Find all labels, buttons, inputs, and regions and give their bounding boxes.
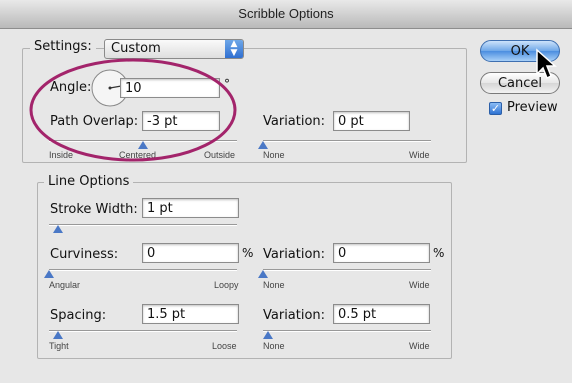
- slider-right-label: Wide: [409, 150, 430, 160]
- slider-thumb[interactable]: [53, 225, 64, 233]
- spacing-variation-input[interactable]: 0.5 pt: [333, 304, 430, 324]
- slider-track: [263, 269, 431, 271]
- curviness-variation-slider[interactable]: [258, 266, 431, 278]
- spacing-input[interactable]: 1.5 pt: [142, 304, 239, 324]
- slider-track: [49, 330, 237, 332]
- slider-left-label: None: [263, 150, 285, 160]
- curviness-slider[interactable]: [44, 266, 237, 278]
- spacing-variation-slider[interactable]: [263, 327, 431, 339]
- curviness-variation-input[interactable]: 0: [333, 243, 430, 263]
- slider-right-label: Loopy: [214, 280, 239, 290]
- window-title: Scribble Options: [0, 0, 572, 29]
- curviness-input[interactable]: 0: [142, 243, 239, 263]
- slider-thumb[interactable]: [44, 270, 54, 278]
- slider-right-label: Wide: [409, 341, 430, 351]
- path-overlap-variation-label: Variation:: [263, 114, 326, 129]
- path-overlap-variation-input[interactable]: 0 pt: [333, 111, 410, 131]
- stroke-width-slider[interactable]: [49, 221, 237, 233]
- slider-track: [49, 224, 237, 226]
- curviness-variation-unit: %: [433, 246, 445, 260]
- slider-track: [49, 269, 237, 271]
- spacing-variation-label: Variation:: [263, 308, 326, 323]
- slider-track: [263, 140, 431, 142]
- checkmark-icon: ✓: [490, 103, 501, 115]
- slider-thumb[interactable]: [258, 270, 268, 278]
- spacing-label: Spacing:: [50, 308, 107, 323]
- slider-left-label: None: [263, 341, 285, 351]
- curviness-label: Curviness:: [50, 247, 119, 262]
- curviness-variation-label: Variation:: [263, 247, 326, 262]
- slider-left-label: Tight: [49, 341, 69, 351]
- preview-label: Preview: [507, 100, 558, 115]
- annotation-ellipse: [29, 58, 237, 162]
- slider-thumb[interactable]: [263, 331, 274, 339]
- curviness-unit: %: [242, 246, 254, 260]
- slider-right-label: Wide: [409, 280, 430, 290]
- preview-checkbox[interactable]: ✓: [489, 102, 502, 115]
- path-overlap-variation-slider[interactable]: [258, 137, 431, 149]
- mouse-cursor-icon: [536, 48, 557, 80]
- slider-track: [263, 330, 431, 332]
- settings-label: Settings:: [30, 39, 96, 54]
- slider-thumb[interactable]: [258, 141, 268, 149]
- spacing-slider[interactable]: [49, 327, 237, 339]
- annotation-ellipse-shape: [29, 58, 237, 162]
- slider-right-label: Loose: [212, 341, 237, 351]
- stroke-width-label: Stroke Width:: [50, 202, 138, 217]
- line-options-legend: Line Options: [44, 174, 134, 189]
- stroke-width-input[interactable]: 1 pt: [142, 198, 239, 218]
- slider-left-label: Angular: [49, 280, 81, 290]
- slider-left-label: None: [263, 280, 285, 290]
- slider-thumb[interactable]: [53, 331, 64, 339]
